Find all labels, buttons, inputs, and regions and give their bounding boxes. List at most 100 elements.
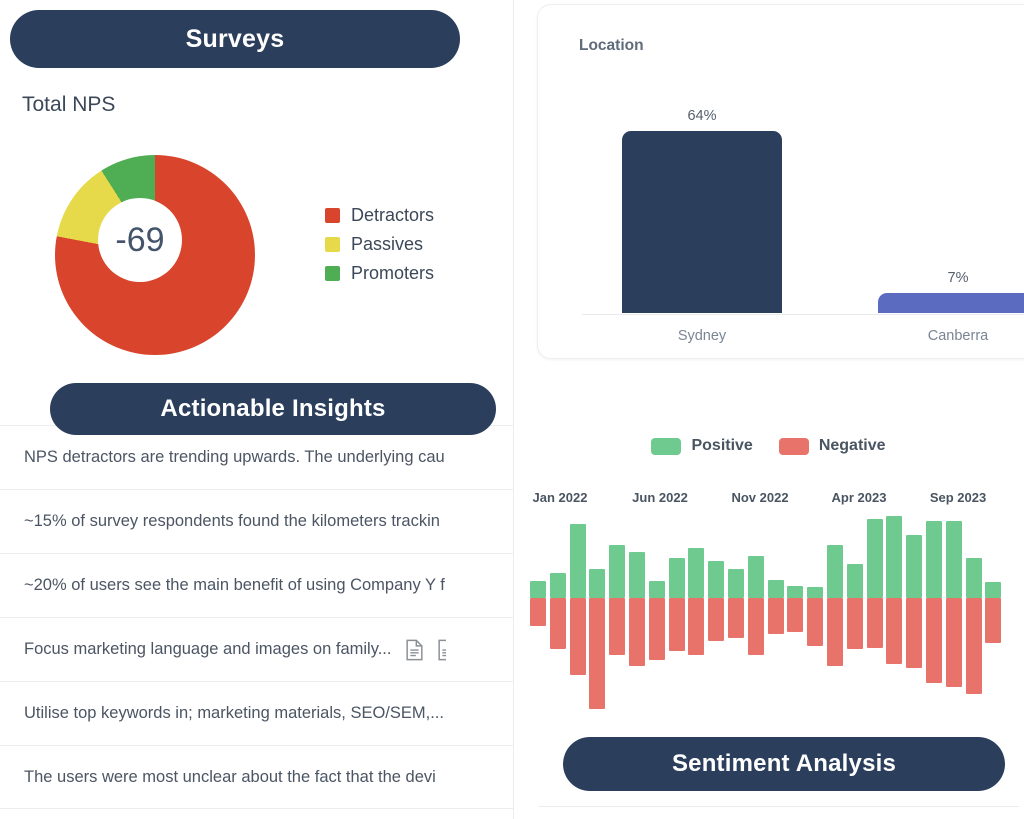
document-icon (406, 639, 424, 660)
legend-label-detractors: Detractors (351, 205, 435, 225)
insight-text: The users were most unclear about the fa… (24, 767, 436, 786)
sentiment-bar-positive[interactable] (945, 521, 962, 598)
sentiment-bar-positive[interactable] (906, 534, 923, 598)
sentiment-bar-negative[interactable] (648, 598, 665, 661)
legend-item-negative: Negative (778, 437, 886, 455)
insight-row[interactable]: ~20% of users see the main benefit of us… (0, 553, 513, 617)
surveys-badge: Surveys (10, 10, 460, 68)
sentiment-bar-positive[interactable] (886, 516, 903, 598)
sentiment-bar-negative[interactable] (708, 598, 725, 642)
sentiment-bar-negative[interactable] (629, 598, 645, 667)
sentiment-bar-positive[interactable] (549, 572, 566, 598)
sentiment-bar-negative[interactable] (589, 598, 606, 710)
sentiment-bar-positive[interactable] (807, 587, 824, 598)
promoters-swatch (325, 266, 340, 281)
donut-center-value: -69 (98, 198, 182, 282)
sentiment-bar-negative[interactable] (926, 598, 942, 684)
sentiment-bar-negative[interactable] (827, 598, 843, 667)
sentiment-bar-negative[interactable] (945, 598, 962, 687)
bar-value-label: 7% (947, 270, 969, 287)
surveys-panel: Surveys Total NPS -69 Detractors Passive… (0, 0, 514, 819)
right-column: Location 64% Sydney 7% Canberra Positive Ne… (513, 0, 1024, 819)
sentiment-card-edge (539, 806, 1019, 807)
sentiment-bar-positive[interactable] (866, 518, 883, 598)
location-bar-sydney[interactable]: 64% Sydney (622, 108, 782, 344)
dashboard-stage: Surveys Total NPS -69 Detractors Passive… (0, 0, 1024, 819)
legend-label-passives: Passives (351, 234, 424, 254)
sentiment-bar-positive[interactable] (965, 558, 982, 598)
sentiment-bar-negative[interactable] (728, 598, 744, 638)
insight-row[interactable]: Utilise top keywords in; marketing mater… (0, 681, 513, 745)
document-icon (438, 639, 447, 660)
sentiment-bar-negative[interactable] (866, 598, 883, 648)
sentiment-bar-negative[interactable] (846, 598, 863, 650)
sentiment-bar-positive[interactable] (985, 582, 1002, 598)
legend-label-negative: Negative (818, 437, 886, 454)
legend-item-passives: Passives (325, 234, 434, 255)
sentiment-bar-negative[interactable] (787, 598, 804, 633)
actionable-insights-list: NPS detractors are trending upwards. The… (0, 425, 513, 809)
location-card: Location 64% Sydney 7% Canberra (537, 4, 1024, 359)
sentiment-bar-positive[interactable] (728, 568, 744, 598)
sentiment-bar-negative[interactable] (906, 598, 923, 669)
bar-category-label: Sydney (677, 328, 727, 344)
sentiment-legend: Positive Negative (513, 437, 1024, 455)
bar-shape (622, 131, 782, 313)
sentiment-bar-negative[interactable] (886, 598, 903, 664)
x-tick-label: Jan 2022 (532, 490, 588, 505)
sentiment-bar-positive[interactable] (846, 563, 863, 598)
sentiment-bar-positive[interactable] (708, 561, 725, 598)
insight-text: ~15% of survey respondents found the kil… (24, 512, 440, 530)
detractors-swatch (325, 208, 340, 223)
insight-row[interactable]: The users were most unclear about the fa… (0, 745, 513, 809)
sentiment-bar-negative[interactable] (668, 598, 685, 652)
legend-item-positive: Positive (651, 437, 753, 455)
location-bar-plot: 64% Sydney 7% Canberra (560, 75, 1024, 344)
bar-value-label: 64% (687, 108, 717, 125)
bar-category-label: Canberra (927, 328, 989, 344)
sentiment-bar-negative[interactable] (985, 598, 1002, 644)
sentiment-bar-positive[interactable] (827, 545, 843, 598)
sentiment-bar-positive[interactable] (609, 545, 626, 598)
x-tick-label: Apr 2023 (831, 490, 887, 505)
sentiment-bar-positive[interactable] (629, 551, 645, 598)
legend-label-promoters: Promoters (351, 263, 435, 283)
insight-row-icons (405, 639, 447, 661)
insight-text: NPS detractors are trending upwards. The… (24, 448, 445, 466)
sentiment-bar-positive[interactable] (648, 580, 665, 598)
x-tick-label: Sep 2023 (929, 490, 987, 505)
sentiment-bar-positive[interactable] (787, 586, 804, 598)
sentiment-bar-positive[interactable] (688, 547, 705, 598)
sentiment-bar-positive[interactable] (530, 580, 546, 598)
x-tick-label: Jun 2022 (632, 490, 688, 505)
sentiment-bar-negative[interactable] (767, 598, 784, 635)
sentiment-bar-positive[interactable] (767, 579, 784, 598)
sentiment-bar-positive[interactable] (747, 555, 764, 598)
insight-text: ~20% of users see the main benefit of us… (24, 576, 445, 594)
sentiment-bar-plot (513, 516, 1024, 750)
sentiment-bar-positive[interactable] (668, 558, 685, 598)
location-card-title: Location (579, 37, 644, 54)
document-icon-clipped[interactable] (437, 639, 447, 661)
sentiment-bar-positive[interactable] (569, 524, 586, 598)
sentiment-bar-negative[interactable] (965, 598, 982, 695)
sentiment-bar-positive[interactable] (589, 568, 606, 598)
sentiment-bar-negative[interactable] (688, 598, 705, 655)
sentiment-bar-negative[interactable] (530, 598, 546, 627)
nps-legend: Detractors Passives Promoters (325, 205, 434, 284)
legend-item-promoters: Promoters (325, 263, 434, 284)
legend-label-positive: Positive (691, 437, 753, 454)
sentiment-bar-positive[interactable] (926, 521, 942, 598)
location-bar-canberra[interactable]: 7% Canberra (878, 270, 1024, 344)
x-tick-label: Nov 2022 (731, 490, 789, 505)
insight-row[interactable]: ~15% of survey respondents found the kil… (0, 489, 513, 553)
total-nps-title: Total NPS (22, 93, 116, 116)
sentiment-bar-negative[interactable] (549, 598, 566, 650)
sentiment-bar-negative[interactable] (807, 598, 824, 646)
actionable-insights-badge: Actionable Insights (50, 383, 496, 435)
insight-row[interactable]: Focus marketing language and images on f… (0, 617, 513, 681)
sentiment-bar-negative[interactable] (609, 598, 626, 655)
passives-swatch (325, 237, 340, 252)
sentiment-bar-negative[interactable] (747, 598, 764, 655)
sentiment-bar-negative[interactable] (569, 598, 586, 676)
